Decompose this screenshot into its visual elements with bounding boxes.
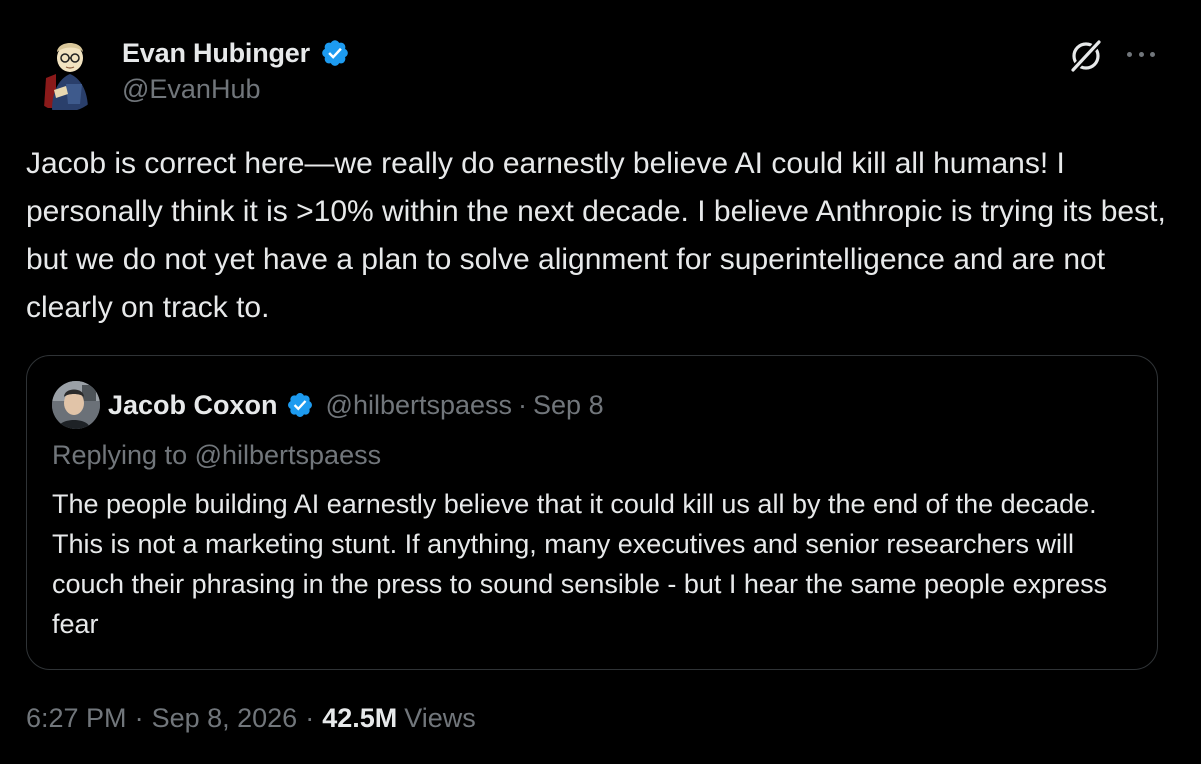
more-dot [1127, 51, 1132, 57]
verified-badge-icon[interactable] [286, 391, 314, 419]
tweet-metadata: 6:27 PM · Sep 8, 2026 · 42.5M Views [26, 703, 476, 734]
separator-dot: · [134, 703, 144, 733]
tweet-time[interactable]: 6:27 PM [26, 703, 127, 734]
more-dot [1138, 51, 1144, 57]
tweet-detail: Evan Hubinger @EvanHub Jacob is correct … [0, 0, 1201, 764]
replying-to-line: Replying to @hilbertspaess [52, 440, 381, 471]
separator-dot: · [518, 389, 528, 420]
views-count[interactable]: 42.5M [322, 703, 397, 734]
author-info: Evan Hubinger @EvanHub [122, 34, 350, 105]
quoted-author-handle[interactable]: @hilbertspaess [326, 390, 513, 421]
replying-to-handle[interactable]: @hilbertspaess [195, 440, 382, 470]
author-avatar[interactable] [26, 34, 104, 112]
grok-icon[interactable] [1068, 38, 1104, 74]
quoted-tweet-card[interactable]: Jacob Coxon @hilbertspaess · Sep 8 Reply… [26, 355, 1158, 670]
tweet-header: Evan Hubinger @EvanHub [26, 30, 1176, 114]
author-display-name[interactable]: Evan Hubinger [122, 38, 310, 69]
tweet-text: Jacob is correct here—we really do earne… [26, 147, 1166, 324]
more-icon[interactable] [1124, 40, 1158, 68]
quoted-tweet-text: The people building AI earnestly believe… [52, 489, 1108, 639]
quoted-author-avatar[interactable] [52, 381, 100, 429]
verified-badge-icon[interactable] [320, 38, 350, 68]
author-handle[interactable]: @EvanHub [122, 74, 350, 105]
tweet-date[interactable]: Sep 8, 2026 [152, 703, 298, 734]
quoted-tweet-header: Jacob Coxon @hilbertspaess · Sep 8 [52, 380, 604, 430]
replying-prefix: Replying to [52, 440, 195, 470]
quoted-author-display-name[interactable]: Jacob Coxon [108, 390, 278, 421]
separator-dot: · [305, 703, 315, 733]
more-dot [1150, 51, 1155, 57]
quoted-tweet-date[interactable]: Sep 8 [533, 390, 604, 421]
views-label: Views [404, 703, 476, 733]
